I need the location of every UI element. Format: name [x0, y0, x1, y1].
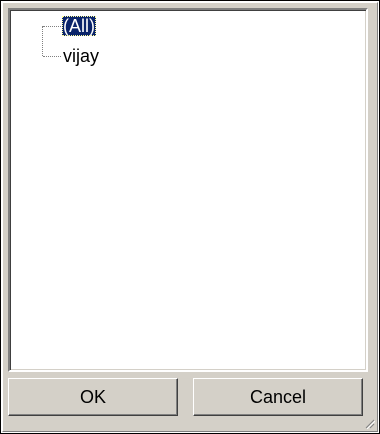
resize-grip-icon[interactable] [363, 417, 375, 429]
tree-connector-all [43, 26, 61, 27]
filter-dropdown-panel: (All) vijay OK Cancel [2, 2, 378, 432]
tree-item-label: vijay [63, 46, 100, 66]
tree-connector-vijay [43, 56, 61, 57]
cancel-button[interactable]: Cancel [193, 378, 363, 416]
tree-item-all[interactable]: (All) [62, 15, 96, 37]
filter-dropdown-frame: (All) vijay OK Cancel [0, 0, 380, 434]
filter-tree-view[interactable]: (All) vijay [8, 8, 368, 372]
tree-connector-vertical [42, 26, 43, 56]
tree-item-label: (All) [62, 16, 96, 36]
ok-button[interactable]: OK [8, 378, 178, 416]
tree-item-vijay[interactable]: vijay [62, 45, 100, 67]
